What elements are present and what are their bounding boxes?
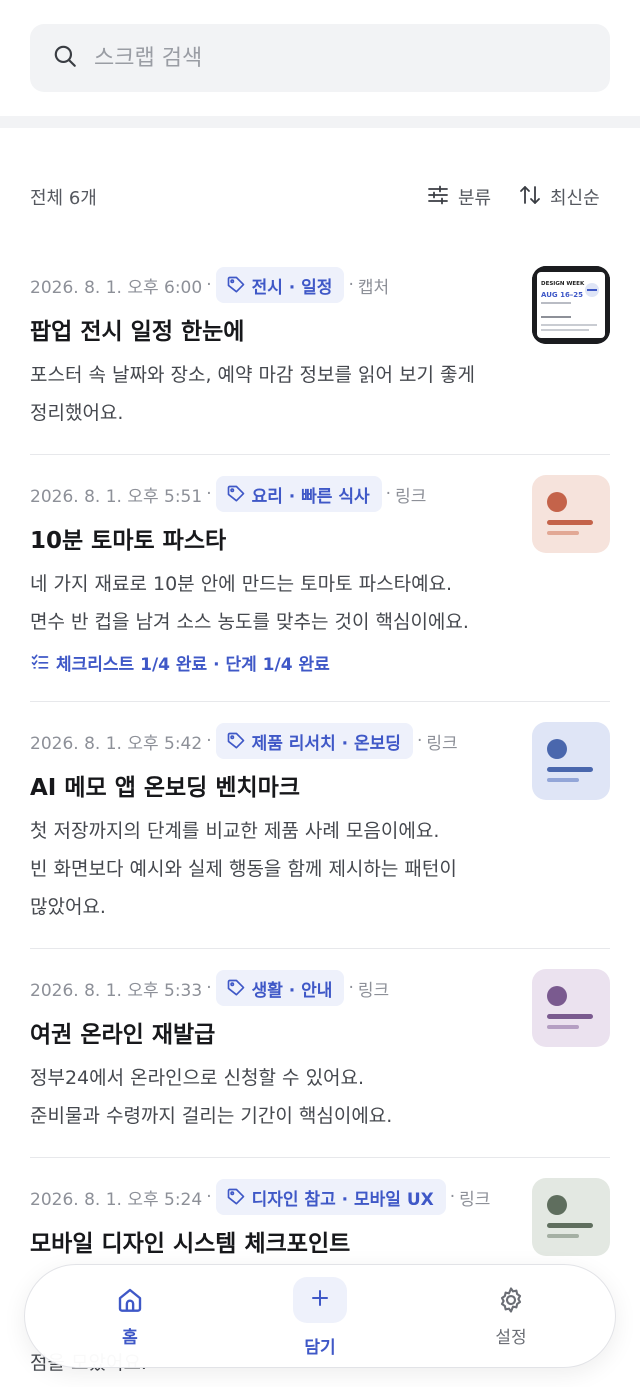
separator-dot: · xyxy=(206,731,212,751)
tag-icon xyxy=(226,731,252,751)
tag-label: 전시 · 일정 xyxy=(251,277,333,298)
card-source: 링크 xyxy=(426,733,458,754)
nav-add-label: 담기 xyxy=(304,1338,336,1358)
card-source: 캡처 xyxy=(357,277,390,298)
add-button[interactable] xyxy=(293,1277,347,1323)
card-meta: 2026. 8. 1. 오후 6:00 · 전시 · 일정 · 캡처 xyxy=(30,266,610,304)
card-summary: 첫 저장까지의 단계를 비교한 제품 사례 모음이에요. 빈 화면보다 예시와 실… xyxy=(30,812,510,926)
nav-home-label: 홈 xyxy=(122,1328,138,1348)
separator-dot: · xyxy=(206,1187,212,1207)
card-title: 팝업 전시 일정 한눈에 xyxy=(30,319,245,345)
summary-line: 네 가지 재료로 10분 안에 만드는 토마토 파스타예요. xyxy=(30,573,453,595)
plus-icon xyxy=(308,1286,332,1314)
card-summary: 포스터 속 날짜와 장소, 예약 마감 정보를 읽어 보기 좋게정리했어요. xyxy=(30,356,510,432)
card-time: 2026. 8. 1. 오후 6:00 xyxy=(30,277,203,298)
card-thumbnail[interactable] xyxy=(532,475,610,553)
card-meta: 2026. 8. 1. 오후 5:51 · 요리 · 빠른 식사 · 링크 xyxy=(30,475,610,513)
separator-dot: · xyxy=(206,484,212,504)
sort-button[interactable]: 최신순 xyxy=(518,180,600,214)
sort-label: 최신순 xyxy=(550,188,600,209)
nav-add[interactable]: 담기 xyxy=(275,1265,365,1369)
card-meta: 2026. 8. 1. 오후 5:24 · 디자인 참고 · 모바일 UX · 링크 xyxy=(30,1178,610,1216)
summary-line: 준비물과 수령까지 걸리는 기간이 핵심이에요. xyxy=(30,1105,393,1127)
tag-label: 제품 리서치 · 온보딩 xyxy=(251,733,401,754)
search-bar-area xyxy=(0,0,640,116)
home-icon xyxy=(115,1285,145,1315)
summary-line: 면수 반 컵을 남겨 소스 농도를 맞추는 것이 핵심이에요. xyxy=(30,611,469,633)
card-title: 10분 토마토 파스타 xyxy=(30,528,227,554)
card-meta: 2026. 8. 1. 오후 5:42 · 제품 리서치 · 온보딩 · 링크 xyxy=(30,722,610,760)
nav-home[interactable]: 홈 xyxy=(85,1265,175,1369)
checklist-icon xyxy=(30,652,56,672)
progress-label: 체크리스트 1/4 완료 · 단계 1/4 완료 xyxy=(56,654,330,675)
card-source: 링크 xyxy=(459,1189,491,1210)
card-time: 2026. 8. 1. 오후 5:33 xyxy=(30,980,203,1001)
total-count: 전체 6개 xyxy=(30,188,97,209)
card-meta: 2026. 8. 1. 오후 5:33 · 생활 · 안내 · 링크 xyxy=(30,969,610,1007)
search-box[interactable] xyxy=(30,24,610,92)
tag-icon xyxy=(226,275,252,295)
card-summary: 정부24에서 온라인으로 신청할 수 있어요. 준비물과 수령까지 걸리는 기간이… xyxy=(30,1059,510,1135)
category-tag[interactable]: 요리 · 빠른 식사 xyxy=(215,476,382,512)
scrap-card[interactable]: 2026. 8. 1. 오후 5:42 · 제품 리서치 · 온보딩 · 링크 AI 메모… xyxy=(30,702,610,949)
separator-dot: · xyxy=(206,275,212,295)
separator-dot: · xyxy=(449,1187,456,1207)
card-summary: 네 가지 재료로 10분 안에 만드는 토마토 파스타예요. 면수 반 컵을 남겨… xyxy=(30,565,510,641)
scrap-card[interactable]: 2026. 8. 1. 오후 6:00 · 전시 · 일정 · 캡처 팝업 전시 일정 한… xyxy=(30,246,610,455)
summary-line: 많았어요. xyxy=(30,896,106,918)
separator-dot: · xyxy=(206,978,212,998)
card-thumbnail[interactable] xyxy=(532,1178,610,1256)
tag-icon xyxy=(226,484,252,504)
tag-icon xyxy=(226,978,252,998)
summary-line: 정리했어요. xyxy=(30,402,124,424)
tag-icon xyxy=(226,1187,252,1207)
summary-line: 포스터 속 날짜와 장소, 예약 마감 정보를 읽어 보기 좋게 xyxy=(30,364,475,386)
card-time: 2026. 8. 1. 오후 5:42 xyxy=(30,733,203,754)
nav-settings[interactable]: 설정 xyxy=(466,1265,556,1369)
card-thumbnail[interactable] xyxy=(532,969,610,1047)
tag-label: 요리 · 빠른 식사 xyxy=(251,486,370,507)
card-source: 링크 xyxy=(357,980,390,1001)
scrap-card[interactable]: 2026. 8. 1. 오후 5:33 · 생활 · 안내 · 링크 여권 온라인 재발급… xyxy=(30,949,610,1158)
filter-label: 분류 xyxy=(458,188,492,209)
search-input[interactable] xyxy=(94,45,574,71)
card-source: 링크 xyxy=(395,486,427,507)
separator-dot: · xyxy=(385,484,392,504)
nav-settings-label: 설정 xyxy=(495,1328,527,1348)
category-tag[interactable]: 전시 · 일정 xyxy=(215,267,345,303)
category-tag[interactable]: 디자인 참고 · 모바일 UX xyxy=(215,1179,446,1215)
scrap-list: 2026. 8. 1. 오후 6:00 · 전시 · 일정 · 캡처 팝업 전시 일정 한… xyxy=(0,246,640,1387)
filter-icon xyxy=(426,183,458,212)
card-title: AI 메모 앱 온보딩 벤치마크 xyxy=(30,775,300,801)
checklist-progress: 체크리스트 1/4 완료 · 단계 1/4 완료 xyxy=(30,645,610,679)
tag-label: 생활 · 안내 xyxy=(251,980,333,1001)
category-tag[interactable]: 생활 · 안내 xyxy=(215,970,345,1006)
card-thumbnail[interactable]: DESIGN WEEK AUG 16–25 xyxy=(532,266,610,344)
separator-dot: · xyxy=(348,978,354,998)
tag-label: 디자인 참고 · 모바일 UX xyxy=(251,1189,434,1210)
card-thumbnail[interactable] xyxy=(532,722,610,800)
filter-button[interactable]: 분류 xyxy=(426,180,491,214)
separator-dot: · xyxy=(416,731,423,751)
section-divider xyxy=(0,116,640,128)
list-header: 전체 6개 분류 최신순 xyxy=(0,176,640,218)
gear-icon xyxy=(496,1285,526,1315)
card-title: 모바일 디자인 시스템 체크포인트 xyxy=(30,1231,351,1257)
scrap-card[interactable]: 2026. 8. 1. 오후 5:51 · 요리 · 빠른 식사 · 링크 10분 토마토… xyxy=(30,455,610,702)
poster-date: AUG 16–25 xyxy=(541,291,583,299)
card-time: 2026. 8. 1. 오후 5:51 xyxy=(30,486,203,507)
category-tag[interactable]: 제품 리서치 · 온보딩 xyxy=(215,723,413,759)
summary-line: 첫 저장까지의 단계를 비교한 제품 사례 모음이에요. xyxy=(30,820,440,842)
summary-line: 정부24에서 온라인으로 신청할 수 있어요. xyxy=(30,1067,365,1089)
card-time: 2026. 8. 1. 오후 5:24 xyxy=(30,1189,203,1210)
search-icon xyxy=(52,43,78,73)
summary-line: 빈 화면보다 예시와 실제 행동을 함께 제시하는 패턴이 xyxy=(30,858,457,880)
poster-title: DESIGN WEEK xyxy=(541,281,585,287)
separator-dot: · xyxy=(348,275,354,295)
sort-icon xyxy=(518,183,550,212)
card-title: 여권 온라인 재발급 xyxy=(30,1022,216,1048)
bottom-navigation: 홈 담기 설정 xyxy=(24,1264,616,1368)
